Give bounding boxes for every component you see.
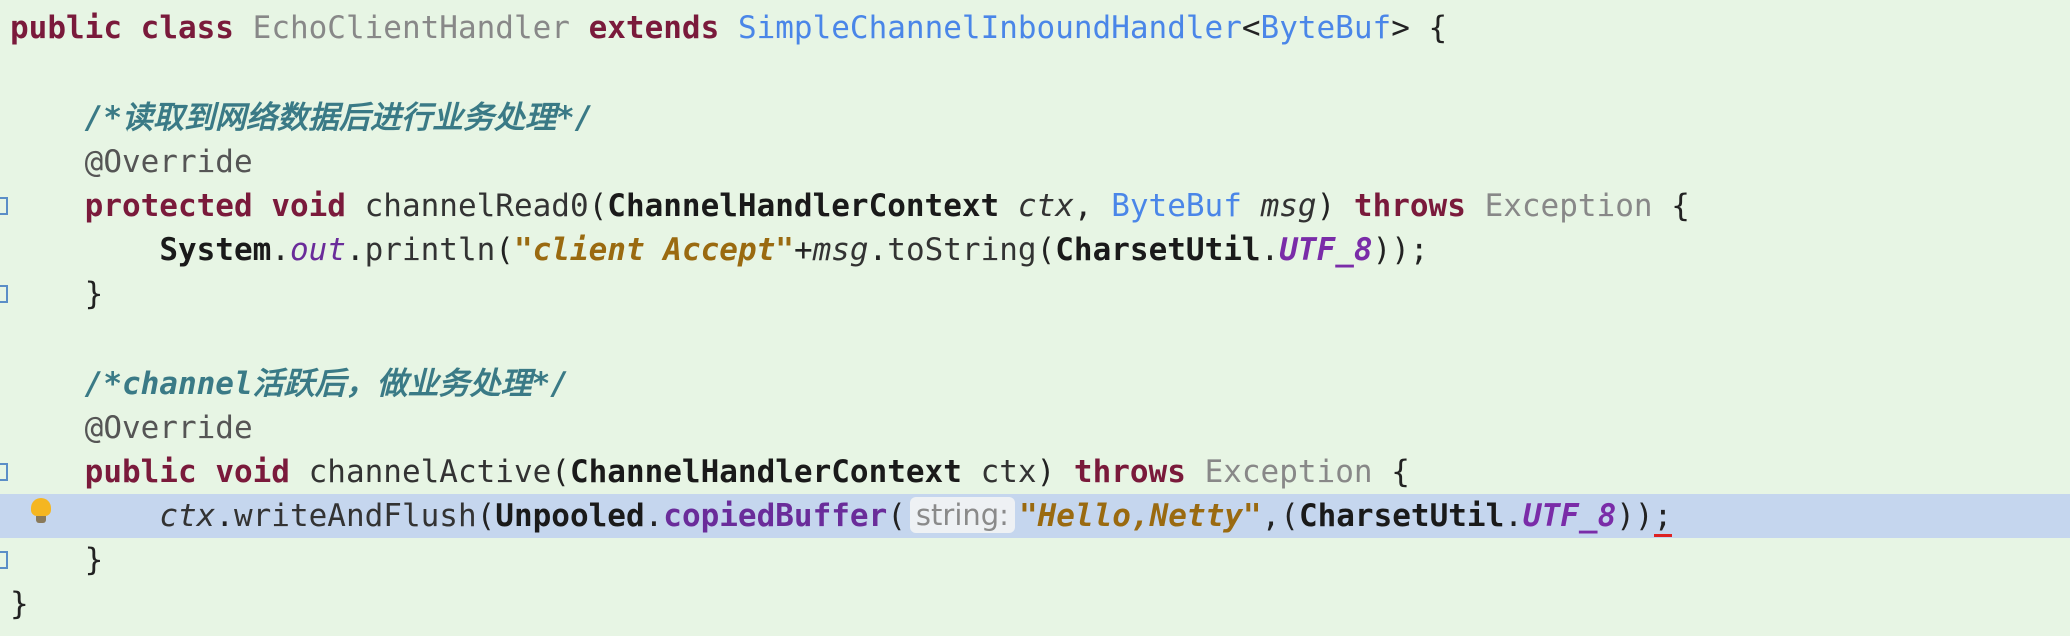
paren: ( — [588, 188, 608, 224]
charsetutil-class: CharsetUtil — [1298, 498, 1505, 534]
dot: . — [215, 498, 234, 534]
annotation-override: @Override — [84, 144, 253, 180]
code-line-println[interactable]: System.out.println("client Accept"+msg.t… — [0, 228, 2070, 272]
exception-type: Exception — [1484, 188, 1653, 224]
annotation-override: @Override — [84, 410, 253, 446]
copiedbuffer-call: copiedBuffer — [663, 498, 888, 534]
string-literal: "client Accept" — [513, 232, 794, 268]
code-line-writeandflush[interactable]: ctx.writeAndFlush(Unpooled.copiedBuffer(… — [0, 494, 2070, 538]
string-literal: "Hello,Netty" — [1018, 498, 1262, 534]
code-line-method-active[interactable]: public void channelActive(ChannelHandler… — [0, 450, 2070, 494]
paren: ) — [1316, 188, 1336, 224]
utf8-constant: UTF_8 — [1279, 232, 1373, 268]
comma: , — [1261, 498, 1281, 534]
println-call: println — [364, 232, 496, 268]
close-brace: } — [84, 276, 104, 312]
keyword-void: void — [271, 188, 346, 224]
open-brace: { — [1428, 10, 1448, 46]
keyword-extends: extends — [588, 10, 720, 46]
out-field: out — [289, 232, 346, 268]
utf8-constant: UTF_8 — [1522, 498, 1617, 534]
plus: + — [793, 232, 813, 268]
charsetutil-class: CharsetUtil — [1055, 232, 1261, 268]
close-brace: } — [10, 586, 29, 622]
code-line-comment-2[interactable]: /*channel活跃后，做业务处理*/ — [0, 362, 2070, 406]
system-class: System — [159, 232, 272, 268]
keyword-public: public — [84, 454, 197, 490]
class-name: EchoClientHandler — [252, 10, 570, 46]
bulb-glass — [31, 498, 51, 516]
keyword-throws: throws — [1073, 454, 1186, 490]
comment-read: /*读取到网络数据后进行业务处理*/ — [84, 100, 594, 136]
paren: ( — [1036, 232, 1056, 268]
writeandflush-call: writeAndFlush — [233, 498, 477, 534]
param-name: ctx — [1017, 188, 1074, 224]
keyword-void: void — [215, 454, 290, 490]
code-line-close-1[interactable]: } — [0, 272, 2070, 316]
paren: ( — [476, 498, 496, 534]
msg-ref: msg — [812, 232, 869, 268]
exception-type: Exception — [1204, 454, 1373, 490]
param-type: ChannelHandlerContext — [607, 188, 1000, 224]
dot: . — [271, 232, 290, 268]
dot: . — [644, 498, 664, 534]
fold-marker-icon[interactable] — [0, 463, 8, 481]
fold-marker-icon[interactable] — [0, 285, 8, 303]
close-brace: } — [84, 542, 104, 578]
param-type-bytebuf[interactable]: ByteBuf — [1111, 188, 1242, 224]
param-name: msg — [1260, 188, 1317, 224]
error-semicolon[interactable]: ; — [1653, 498, 1673, 537]
generic-open: < — [1241, 10, 1261, 46]
code-line-comment-1[interactable]: /*读取到网络数据后进行业务处理*/ — [0, 96, 2070, 140]
dot: . — [345, 232, 365, 268]
param-type: ChannelHandlerContext — [569, 454, 962, 490]
generic-type[interactable]: ByteBuf — [1261, 10, 1392, 46]
comment-active: /*channel活跃后，做业务处理*/ — [84, 366, 569, 402]
bulb-base — [36, 516, 46, 523]
lightbulb-icon[interactable] — [30, 498, 52, 524]
method-name-channelactive: channelActive — [308, 454, 552, 490]
generic-close: > — [1391, 10, 1410, 46]
code-line-close-class[interactable]: } — [0, 582, 2070, 626]
code-line-override-1[interactable]: @Override — [0, 140, 2070, 184]
code-line-method-read[interactable]: protected void channelRead0(ChannelHandl… — [0, 184, 2070, 228]
parameter-hint: string: — [909, 497, 1015, 533]
superclass-name[interactable]: SimpleChannelInboundHandler — [738, 10, 1242, 46]
dot: . — [1260, 232, 1280, 268]
code-line-close-2[interactable]: } — [0, 538, 2070, 582]
dot: . — [1504, 498, 1523, 534]
dot: . — [868, 232, 888, 268]
code-line-override-2[interactable]: @Override — [0, 406, 2070, 450]
statement-end: )); — [1372, 232, 1429, 268]
open-brace: { — [1391, 454, 1410, 490]
keyword-throws: throws — [1353, 188, 1466, 224]
code-editor[interactable]: public class EchoClientHandler extends S… — [0, 0, 2070, 636]
paren: ) — [1036, 454, 1056, 490]
comma: , — [1073, 188, 1093, 224]
paren: ( — [887, 498, 906, 534]
tostring-call: toString — [887, 232, 1037, 268]
close-parens: )) — [1616, 498, 1654, 534]
keyword-public: public — [10, 10, 122, 46]
ctx-ref: ctx — [159, 498, 216, 534]
keyword-class: class — [140, 10, 234, 46]
open-brace: { — [1671, 188, 1690, 224]
fold-marker-icon[interactable] — [0, 551, 8, 569]
fold-marker-icon[interactable] — [0, 197, 8, 215]
code-line-class-decl[interactable]: public class EchoClientHandler extends S… — [0, 6, 2070, 50]
method-name-channelread0: channelRead0 — [364, 188, 589, 224]
paren: ( — [1280, 498, 1299, 534]
unpooled-class: Unpooled — [495, 498, 645, 534]
paren: ( — [495, 232, 514, 268]
param-name: ctx — [980, 454, 1037, 490]
paren: ( — [551, 454, 570, 490]
keyword-protected: protected — [84, 188, 253, 224]
